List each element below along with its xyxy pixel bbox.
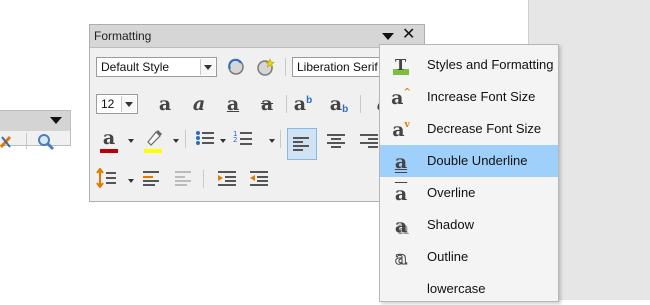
numbered-list-icon[interactable]: 1 2 bbox=[232, 128, 254, 148]
formatting-title: Formatting bbox=[94, 29, 152, 43]
new-style-icon[interactable] bbox=[254, 57, 276, 77]
formatting-titlebar[interactable]: Formatting ✕ bbox=[90, 25, 424, 48]
line-spacing-icon[interactable] bbox=[96, 168, 118, 188]
menu-item-lowercase[interactable]: lowercase bbox=[380, 273, 558, 305]
decrease-font-icon: av bbox=[392, 119, 410, 141]
align-center-icon[interactable] bbox=[325, 131, 347, 151]
chevron-down-icon[interactable] bbox=[269, 139, 275, 143]
menu-item-label: lowercase bbox=[427, 281, 486, 296]
increase-paragraph-spacing-icon[interactable] bbox=[140, 168, 162, 188]
toolbar-separator bbox=[285, 58, 286, 76]
svg-text:2: 2 bbox=[233, 136, 237, 144]
align-left-button[interactable] bbox=[287, 128, 317, 160]
toolbar-separator bbox=[360, 95, 361, 113]
toolbar-separator bbox=[286, 95, 287, 113]
chevron-down-icon[interactable] bbox=[220, 139, 226, 143]
highlighter-icon[interactable] bbox=[142, 128, 164, 148]
menu-item-styles-and-formatting[interactable]: T Styles and Formatting bbox=[380, 49, 558, 81]
chevron-down-icon[interactable] bbox=[128, 139, 134, 143]
increase-font-icon: a ^ bbox=[391, 87, 411, 109]
formatting-toolbar: Formatting ✕ Default Style Liberation Se… bbox=[89, 24, 425, 202]
font-name-value: Liberation Serif bbox=[297, 60, 378, 74]
overline-icon: a bbox=[394, 183, 408, 205]
svg-text:T: T bbox=[395, 56, 407, 74]
menu-item-label: Shadow bbox=[427, 217, 474, 232]
font-color-icon[interactable]: a bbox=[98, 127, 120, 149]
bold-icon[interactable]: a bbox=[154, 93, 176, 115]
bullet-list-icon[interactable] bbox=[194, 128, 216, 148]
paragraph-style-value: Default Style bbox=[101, 60, 170, 74]
paragraph-style-select[interactable]: Default Style bbox=[96, 57, 217, 77]
chevron-down-icon[interactable] bbox=[121, 96, 136, 112]
mini-toolbar bbox=[0, 110, 71, 151]
toolbar-separator bbox=[280, 130, 281, 148]
outline-icon: a bbox=[394, 247, 408, 270]
menu-item-label: Decrease Font Size bbox=[427, 121, 542, 136]
menu-item-double-underline[interactable]: a Double Underline bbox=[380, 145, 558, 177]
superscript-icon[interactable]: ab bbox=[292, 93, 314, 115]
font-size-value: 12 bbox=[101, 97, 115, 111]
align-left-icon bbox=[293, 137, 309, 151]
menu-item-label: Increase Font Size bbox=[427, 89, 536, 104]
subscript-icon[interactable]: ab bbox=[328, 93, 350, 115]
shadow-icon: a bbox=[394, 215, 408, 237]
menu-item-decrease-font-size[interactable]: av Decrease Font Size bbox=[380, 113, 558, 145]
styles-icon: T bbox=[390, 55, 412, 77]
font-color-bar bbox=[100, 149, 118, 153]
highlight-color-bar bbox=[144, 149, 162, 153]
mini-toolbar-separator bbox=[26, 133, 27, 149]
increase-indent-icon[interactable] bbox=[216, 168, 238, 188]
toolbar-menu-icon[interactable] bbox=[50, 117, 62, 124]
menu-item-label: Double Underline bbox=[427, 153, 528, 168]
decrease-indent-icon[interactable] bbox=[248, 168, 270, 188]
lowercase-icon bbox=[390, 279, 412, 301]
chevron-down-icon[interactable] bbox=[128, 179, 134, 183]
menu-item-shadow[interactable]: a Shadow bbox=[380, 209, 558, 241]
toolbar-separator bbox=[203, 170, 204, 188]
strikethrough-icon[interactable]: a bbox=[256, 93, 278, 115]
menu-item-label: Overline bbox=[427, 185, 476, 200]
menu-item-label: Outline bbox=[427, 249, 469, 264]
italic-icon[interactable]: a bbox=[188, 93, 210, 115]
update-style-icon[interactable] bbox=[224, 57, 246, 77]
menu-item-outline[interactable]: a Outline bbox=[380, 241, 558, 273]
menu-item-label: Styles and Formatting bbox=[427, 57, 554, 72]
chevron-down-icon[interactable] bbox=[200, 59, 215, 75]
mini-toolbar-titlebar[interactable] bbox=[0, 111, 70, 131]
double-underline-icon: a bbox=[394, 151, 408, 173]
zoom-icon[interactable] bbox=[36, 133, 56, 151]
decrease-paragraph-spacing-icon[interactable] bbox=[172, 168, 194, 188]
close-icon[interactable]: ✕ bbox=[402, 26, 416, 44]
chevron-down-icon[interactable] bbox=[173, 139, 179, 143]
underline-icon[interactable]: a bbox=[222, 93, 244, 115]
toolbar-separator bbox=[185, 130, 186, 148]
align-right-icon[interactable] bbox=[358, 131, 380, 151]
font-size-select[interactable]: 12 bbox=[96, 94, 138, 114]
toolbar-menu-icon[interactable] bbox=[382, 29, 396, 43]
clear-format-icon[interactable] bbox=[0, 133, 18, 151]
menu-item-overline[interactable]: a Overline bbox=[380, 177, 558, 209]
menu-item-increase-font-size[interactable]: a ^ Increase Font Size bbox=[380, 81, 558, 113]
toolbar-overflow-menu: T Styles and Formatting a ^ Increase Font… bbox=[379, 44, 559, 302]
